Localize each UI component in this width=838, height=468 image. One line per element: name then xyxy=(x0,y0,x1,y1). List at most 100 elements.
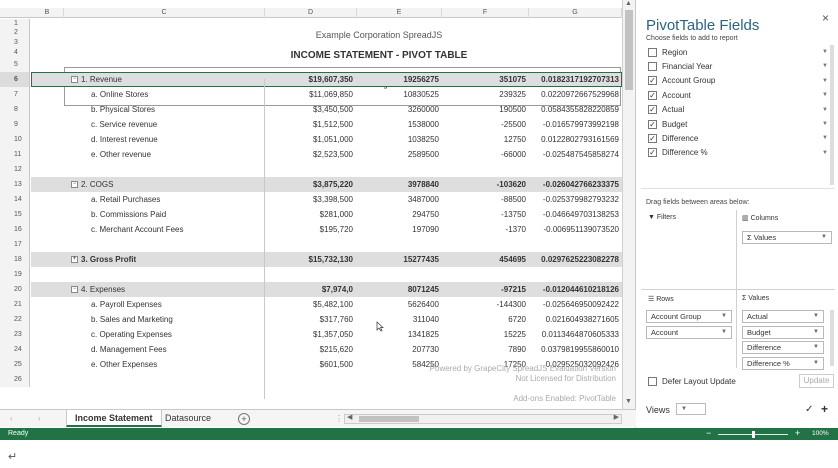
group-row[interactable]: −1. Revenue $19,607,350 19256275 351075 0.01… xyxy=(31,72,622,87)
table-row[interactable]: c. Service revenue $1,512,500 1538000 -2550… xyxy=(31,117,622,132)
cell-actual[interactable]: $15,732,130 xyxy=(264,252,356,267)
row-header[interactable]: 26 xyxy=(0,372,30,387)
column-header[interactable]: C xyxy=(64,8,265,18)
cell-budget[interactable]: 207730 xyxy=(356,342,442,357)
row-header[interactable]: 18 xyxy=(0,252,30,267)
values-item[interactable]: Budget ▼ xyxy=(742,325,824,339)
cell-diff[interactable]: 12750 xyxy=(442,132,529,147)
collapse-icon[interactable]: − xyxy=(71,286,78,293)
zoom-in-button[interactable]: + xyxy=(795,428,800,438)
cell-diff[interactable]: -25500 xyxy=(442,117,529,132)
cell-diff[interactable]: -13750 xyxy=(442,207,529,222)
pivot-field[interactable]: ✓ Difference % ▼ xyxy=(648,146,834,160)
cell-actual[interactable]: $5,482,100 xyxy=(264,297,356,312)
add-sheet-button[interactable]: + xyxy=(238,413,250,425)
cell-actual[interactable]: $1,357,050 xyxy=(264,327,356,342)
column-header[interactable]: F xyxy=(442,8,529,18)
table-row[interactable]: d. Management Fees $215,620 207730 7890 0.03… xyxy=(31,342,622,357)
checked-checkbox[interactable]: ✓ xyxy=(648,119,657,129)
collapse-icon[interactable]: − xyxy=(71,181,78,188)
column-header[interactable]: E xyxy=(357,8,442,18)
cell-actual[interactable]: $281,000 xyxy=(264,207,356,222)
pivot-field[interactable]: Region ▼ xyxy=(648,45,834,59)
tab-prev-icon[interactable]: ‹ xyxy=(10,414,13,423)
chevron-down-icon[interactable]: ▼ xyxy=(721,311,727,322)
cell-budget[interactable]: 3260000 xyxy=(356,102,442,117)
expand-icon[interactable]: + xyxy=(71,256,78,263)
scroll-right-icon[interactable]: ▶ xyxy=(614,413,619,421)
table-row[interactable]: b. Physical Stores $3,450,500 3260000 19050… xyxy=(31,102,622,117)
cell-pct[interactable]: -0.026042766233375 xyxy=(529,177,622,192)
cell-budget[interactable]: 1538000 xyxy=(356,117,442,132)
scroll-thumb[interactable] xyxy=(625,10,633,90)
table-row[interactable]: c. Operating Expenses $1,357,050 1341825 15… xyxy=(31,327,622,342)
cell-diff[interactable]: -66000 xyxy=(442,147,529,162)
column-header[interactable]: B xyxy=(31,8,64,18)
row-header[interactable]: 17 xyxy=(0,237,30,252)
values-scrollbar[interactable] xyxy=(830,310,834,366)
cell-actual[interactable]: $1,051,000 xyxy=(264,132,356,147)
cell-actual[interactable]: $19,607,350 xyxy=(264,72,356,87)
cell-diff[interactable]: -88500 xyxy=(442,192,529,207)
defer-layout-update[interactable]: Defer Layout Update xyxy=(648,377,736,386)
cell-budget[interactable]: 10830525 xyxy=(356,87,442,102)
zoom-out-button[interactable]: − xyxy=(706,428,711,438)
chevron-down-icon[interactable]: ▼ xyxy=(822,63,828,69)
cell-pct[interactable]: -0.006951139073520 xyxy=(529,222,622,237)
scroll-up-icon[interactable]: ▲ xyxy=(625,0,632,7)
cell-pct[interactable]: 0.0584355828220859 xyxy=(529,102,622,117)
tab-next-icon[interactable]: › xyxy=(38,414,41,423)
cell-budget[interactable]: 5626400 xyxy=(356,297,442,312)
column-header[interactable]: D xyxy=(265,8,357,18)
column-header[interactable]: G xyxy=(529,8,622,18)
close-icon[interactable]: × xyxy=(822,11,829,25)
cell-actual[interactable]: $215,620 xyxy=(264,342,356,357)
row-header[interactable]: 19 xyxy=(0,267,30,282)
views-dropdown[interactable]: ▼ xyxy=(676,403,706,415)
pivot-field[interactable]: Financial Year ▼ xyxy=(648,59,834,73)
pivot-field[interactable]: ✓ Account Group ▼ xyxy=(648,74,834,88)
horizontal-scrollbar[interactable]: ◀ ▶ xyxy=(344,414,622,424)
cell-budget[interactable]: 311040 xyxy=(356,312,442,327)
group-row[interactable]: −4. Expenses $7,974,0 8071245 -97215 -0.0120… xyxy=(31,282,622,297)
pivot-field[interactable]: ✓ Budget ▼ xyxy=(648,117,834,131)
chevron-down-icon[interactable]: ▼ xyxy=(822,78,828,84)
row-header[interactable]: 21 xyxy=(0,297,30,312)
row-header[interactable]: 6 xyxy=(0,72,30,87)
values-item[interactable]: Difference ▼ xyxy=(742,341,824,354)
unchecked-checkbox[interactable] xyxy=(648,47,657,57)
cell-actual[interactable]: $11,069,850 xyxy=(264,87,356,102)
chevron-down-icon[interactable]: ▼ xyxy=(821,232,827,243)
cell-diff[interactable]: -1370 xyxy=(442,222,529,237)
chevron-down-icon[interactable]: ▼ xyxy=(813,311,819,322)
chevron-down-icon[interactable]: ▼ xyxy=(721,327,727,338)
cell-budget[interactable]: 19256275 xyxy=(356,72,442,87)
cell-actual[interactable]: $3,875,220 xyxy=(264,177,356,192)
chevron-down-icon[interactable]: ▼ xyxy=(822,107,828,113)
add-view-plus-icon[interactable]: + xyxy=(821,402,828,416)
columns-item[interactable]: Σ Values ▼ xyxy=(742,231,832,244)
cell-pct[interactable]: 0.0220972667529968 xyxy=(529,87,622,102)
zoom-level[interactable]: 100% xyxy=(812,430,829,437)
chevron-down-icon[interactable]: ▼ xyxy=(813,358,819,369)
row-header[interactable]: 5 xyxy=(0,58,30,72)
table-row[interactable]: b. Commissions Paid $281,000 294750 -13750-… xyxy=(31,207,622,222)
row-header[interactable]: 14 xyxy=(0,192,30,207)
row-header[interactable]: 23 xyxy=(0,327,30,342)
cell-diff[interactable]: -103620 xyxy=(442,177,529,192)
cell-actual[interactable]: $317,760 xyxy=(264,312,356,327)
row-header[interactable]: 16 xyxy=(0,222,30,237)
cell-budget[interactable]: 3978840 xyxy=(356,177,442,192)
blank-row[interactable] xyxy=(31,267,622,282)
checked-checkbox[interactable]: ✓ xyxy=(648,90,657,100)
table-row[interactable]: a. Payroll Expenses $5,482,100 5626400 -144… xyxy=(31,297,622,312)
update-button[interactable]: Update xyxy=(799,374,834,388)
row-header[interactable]: 7 xyxy=(0,87,30,102)
cell-budget[interactable]: 2589500 xyxy=(356,147,442,162)
row-header[interactable]: 1 xyxy=(0,19,30,28)
chevron-down-icon[interactable]: ▼ xyxy=(813,327,819,338)
values-item[interactable]: Actual ▼ xyxy=(742,310,824,323)
checked-checkbox[interactable]: ✓ xyxy=(648,76,657,86)
chevron-down-icon[interactable]: ▼ xyxy=(822,49,828,55)
cell-actual[interactable]: $195,720 xyxy=(264,222,356,237)
